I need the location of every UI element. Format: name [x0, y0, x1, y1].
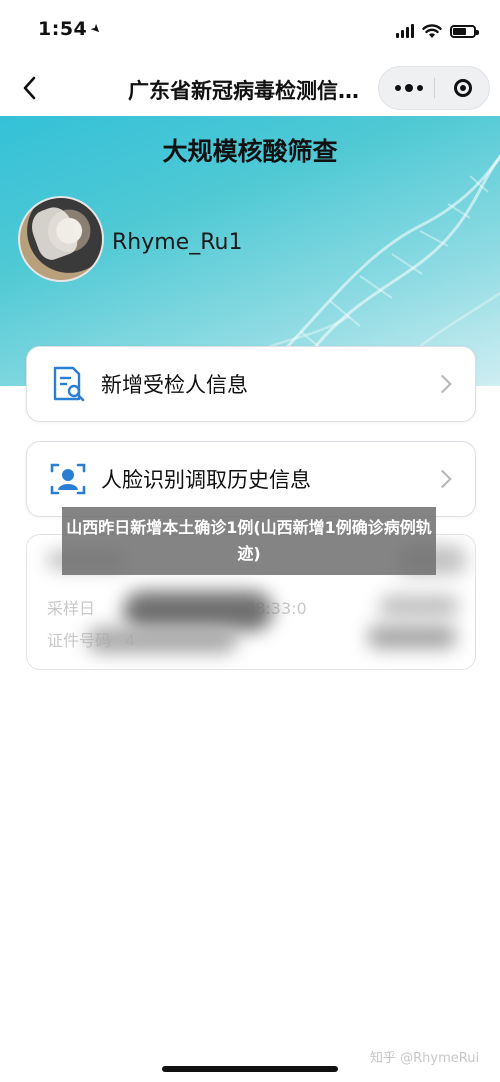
- home-indicator[interactable]: [162, 1066, 338, 1072]
- overlay-caption: 山西昨日新增本土确诊1例(山西新增1例确诊病例轨迹): [62, 507, 436, 575]
- back-button[interactable]: [12, 70, 48, 106]
- menu-row: 新增受检人信息: [27, 347, 475, 421]
- battery-icon: [450, 24, 479, 38]
- menu-row: 人脸识别调取历史信息: [27, 442, 475, 516]
- face-scan-icon: [50, 463, 86, 495]
- menu-card-face-recognition[interactable]: 人脸识别调取历史信息: [26, 441, 476, 517]
- close-mini-program-button[interactable]: [441, 67, 485, 109]
- redaction-blur: [123, 591, 273, 631]
- watermark: 知乎 @RhymeRui: [370, 1051, 480, 1066]
- more-dot-icon: [405, 84, 413, 92]
- menu-label-face-recognition: 人脸识别调取历史信息: [101, 468, 311, 492]
- document-search-icon: [53, 366, 85, 402]
- status-time-text: 1:54: [38, 18, 88, 40]
- redaction-blur: [379, 595, 459, 617]
- battery-level: [453, 27, 466, 35]
- cellular-signal-icon: [396, 24, 414, 38]
- chevron-left-icon: [23, 76, 36, 100]
- status-bar: 1:54➤: [0, 0, 500, 62]
- more-button[interactable]: [387, 67, 431, 109]
- record-label-sampling: 采样日: [47, 599, 96, 618]
- hero-title: 大规模核酸筛查: [162, 137, 338, 166]
- capsule-divider: [434, 78, 435, 98]
- redaction-blur: [87, 627, 237, 653]
- more-dot-icon: [417, 85, 423, 91]
- more-dot-icon: [395, 85, 401, 91]
- wifi-icon: [422, 24, 442, 38]
- page-title: 广东省新冠病毒检测信…: [128, 79, 359, 103]
- menu-label-add-person: 新增受检人信息: [101, 373, 248, 397]
- menu-card-add-person[interactable]: 新增受检人信息: [26, 346, 476, 422]
- username: Rhyme_Ru1: [112, 230, 243, 255]
- redaction-blur: [367, 625, 457, 649]
- nav-bar: 广东省新冠病毒检测信…: [0, 62, 500, 116]
- status-time: 1:54➤: [38, 18, 106, 40]
- avatar: [18, 196, 104, 282]
- mini-program-capsule: [378, 66, 490, 110]
- target-circle-icon: [454, 79, 472, 97]
- status-icons: [396, 21, 479, 41]
- location-arrow-icon: ➤: [87, 20, 106, 38]
